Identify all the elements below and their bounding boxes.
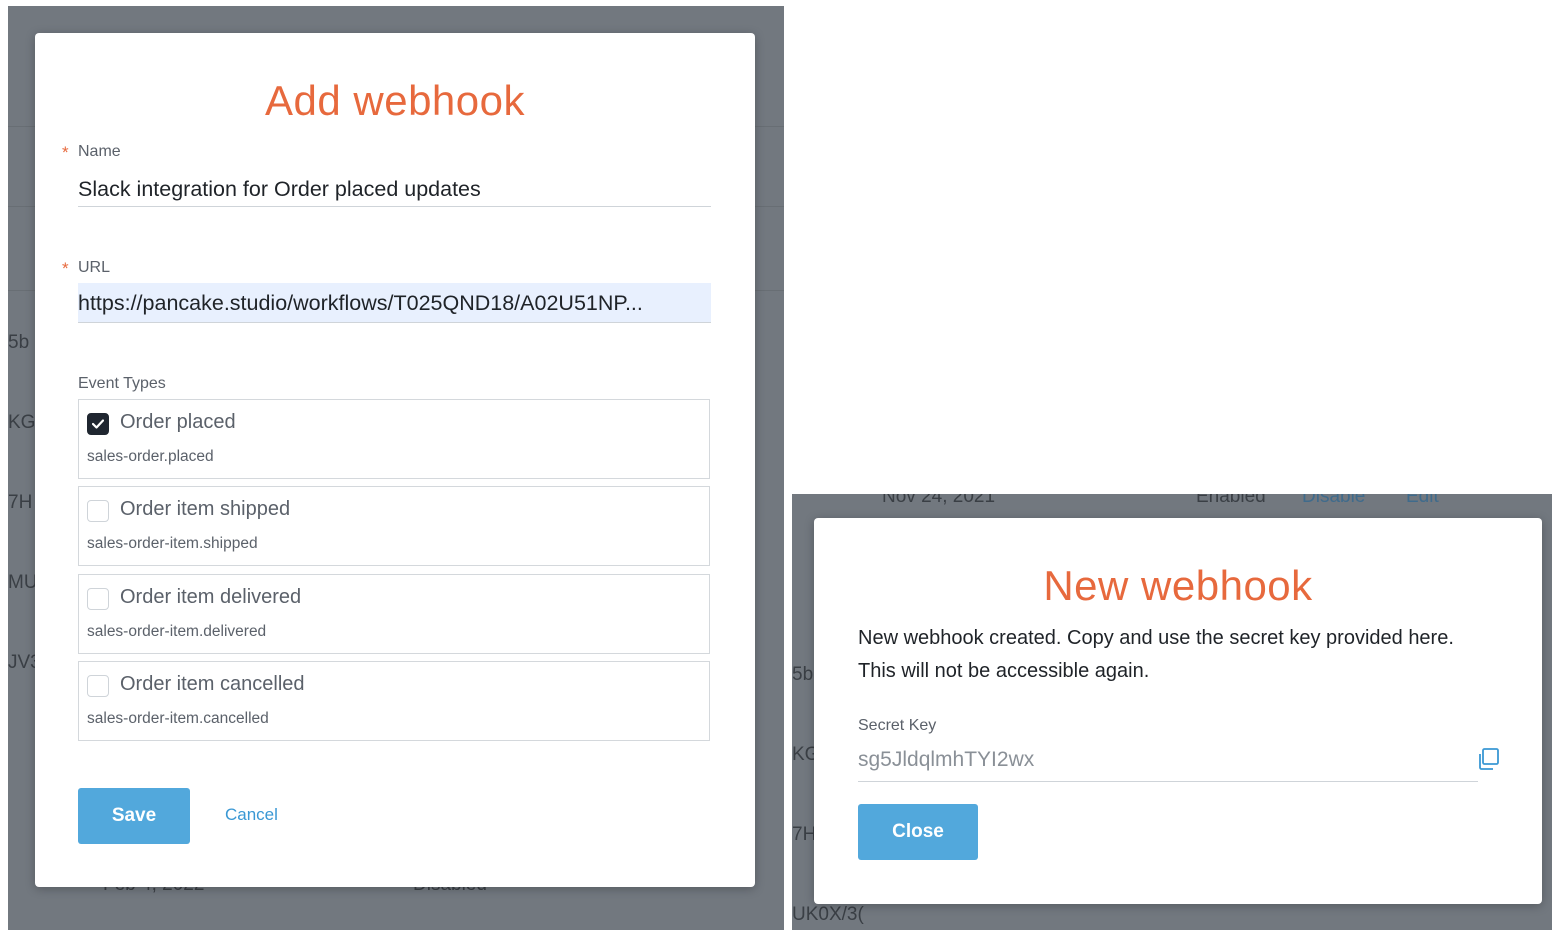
checkbox[interactable]: [87, 500, 109, 522]
bg-row-fragment: Disable: [1302, 494, 1366, 507]
bg-row-fragment: UK0X/3(: [792, 904, 864, 925]
event-label: Order item shipped: [120, 498, 291, 520]
event-option-order-placed[interactable]: Order placed sales-order.placed: [78, 399, 710, 479]
close-button[interactable]: Close: [858, 804, 978, 860]
event-option-order-item-delivered[interactable]: Order item delivered sales-order-item.de…: [78, 574, 710, 654]
event-key: sales-order-item.delivered: [87, 623, 267, 640]
checkbox[interactable]: [87, 675, 109, 697]
bg-row-fragment: KG: [8, 412, 36, 433]
url-input[interactable]: https://pancake.studio/workflows/T025QND…: [78, 283, 711, 323]
checkbox[interactable]: [87, 413, 109, 435]
checkbox[interactable]: [87, 588, 109, 610]
right-screenshot-panel: Nov 24, 2021 Enabled Disable Edit 5b KG …: [792, 494, 1552, 930]
modal-title: New webhook: [1043, 562, 1313, 609]
event-key: sales-order.placed: [87, 448, 214, 465]
add-webhook-modal: Add webhook * Name Slack integration for…: [35, 33, 755, 887]
event-option-order-item-shipped[interactable]: Order item shipped sales-order-item.ship…: [78, 486, 710, 566]
copy-icon[interactable]: [1476, 747, 1500, 776]
event-label: Order item cancelled: [120, 673, 305, 695]
bg-row-fragment: 5b: [792, 664, 814, 685]
url-label: URL: [78, 259, 111, 276]
required-asterisk: *: [62, 259, 69, 278]
bg-row-fragment: Edit: [1406, 494, 1439, 507]
event-label: Order placed: [120, 411, 236, 433]
event-label: Order item delivered: [120, 586, 302, 608]
secret-key-field[interactable]: sg5JldqlmhTYI2wx: [858, 748, 1478, 782]
secret-key-label: Secret Key: [858, 717, 937, 734]
name-label: Name: [78, 143, 121, 160]
bg-row-fragment: 7H: [792, 824, 817, 845]
new-webhook-modal: New webhook New webhook created. Copy an…: [814, 518, 1542, 904]
modal-title: Add webhook: [264, 77, 526, 124]
required-asterisk: *: [62, 143, 69, 162]
check-icon: [92, 419, 104, 429]
bg-row-fragment: Nov 24, 2021: [882, 494, 996, 507]
save-button[interactable]: Save: [78, 788, 190, 844]
bg-row-fragment: Enabled: [1196, 494, 1266, 507]
name-input[interactable]: Slack integration for Order placed updat…: [78, 177, 711, 207]
event-key: sales-order-item.cancelled: [87, 710, 269, 727]
bg-row-fragment: 5b: [8, 332, 30, 353]
modal-message: New webhook created. Copy and use the se…: [858, 627, 1454, 682]
bg-row-fragment: 7H: [8, 492, 33, 513]
event-option-order-item-cancelled[interactable]: Order item cancelled sales-order-item.ca…: [78, 661, 710, 741]
event-key: sales-order-item.shipped: [87, 535, 258, 552]
left-screenshot-panel: 5b KG 7H MUI JV3 Feb 4, 2022 Disabled Ad…: [8, 6, 784, 930]
event-types-label: Event Types: [78, 375, 166, 392]
cancel-button[interactable]: Cancel: [225, 805, 278, 825]
